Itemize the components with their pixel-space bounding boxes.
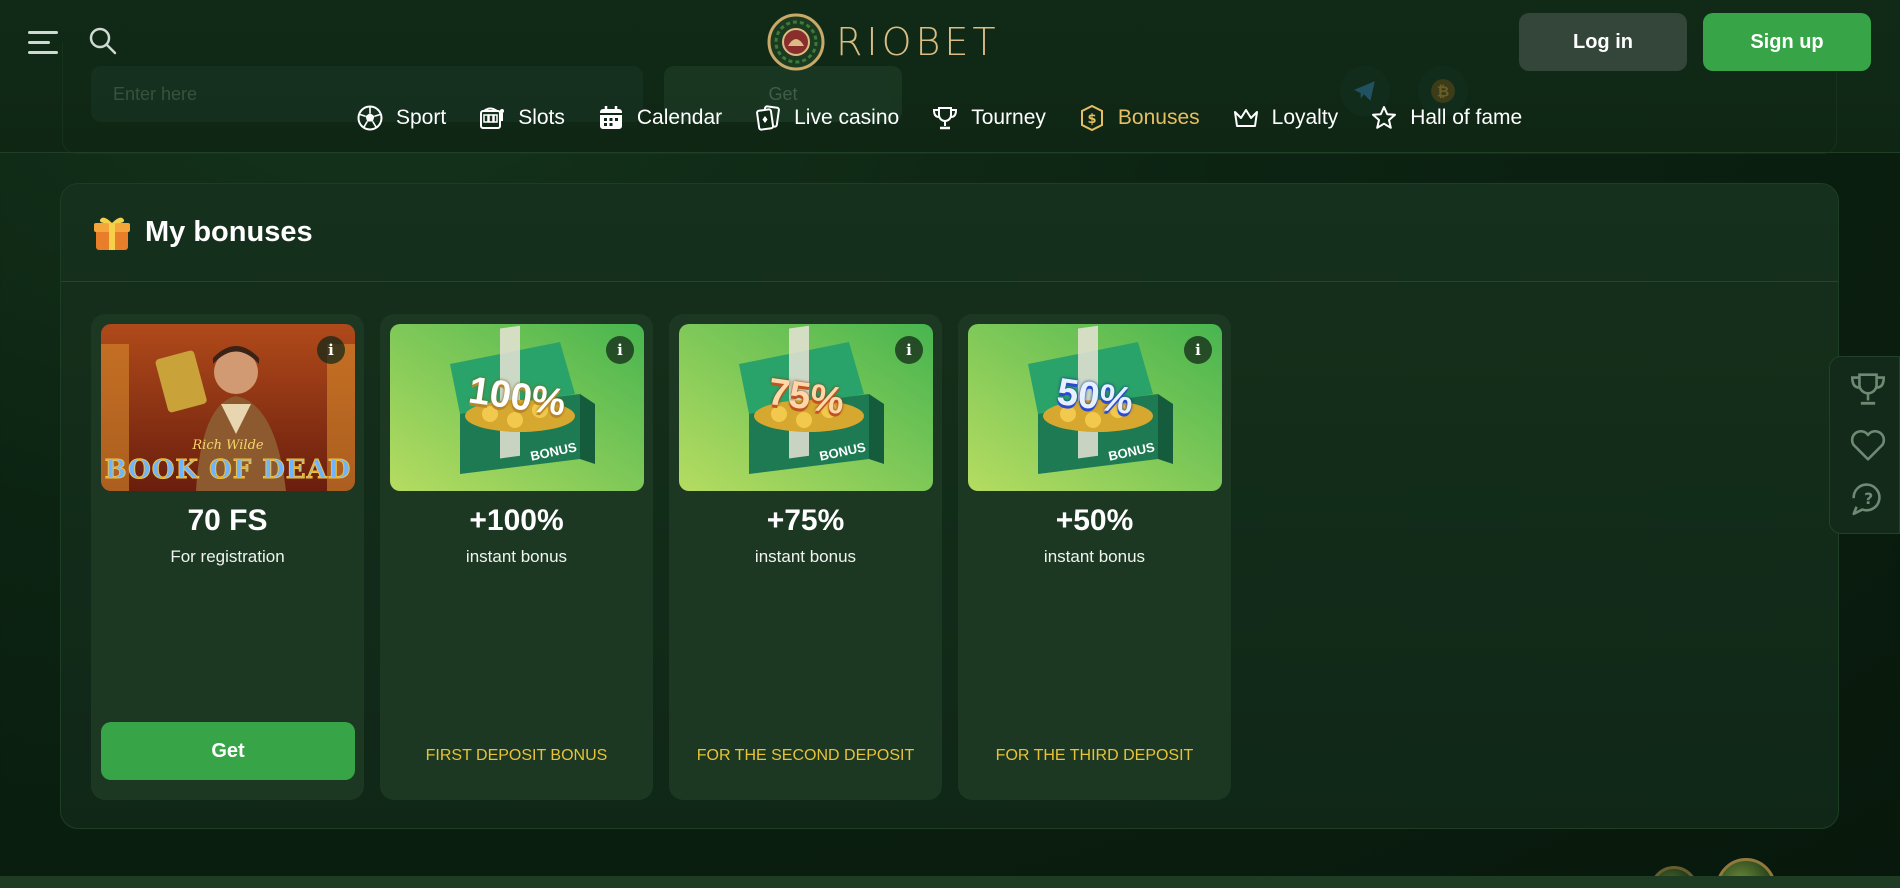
bonus-chest-image: 50% BONUS i (968, 324, 1222, 491)
info-icon[interactable]: i (606, 336, 634, 364)
help-chat-icon[interactable]: ? (1848, 481, 1888, 521)
side-rail: ? (1829, 356, 1900, 534)
nav-item-sport[interactable]: Sport (356, 104, 446, 132)
svg-text:$: $ (1087, 112, 1096, 127)
bonus-amount: 70 FS (187, 504, 268, 537)
main-nav: Sport Slots Calendar Live casino Tourney… (356, 98, 1554, 138)
bonus-chest-image: 100% BONUS i (390, 324, 644, 491)
logo-emblem-icon (767, 13, 825, 71)
nav-item-label: Slots (518, 106, 565, 129)
nav-item-label: Tourney (971, 106, 1046, 129)
bonus-amount: +50% (1055, 504, 1134, 537)
search-icon[interactable] (88, 26, 120, 58)
logo-text: RIOBET (836, 20, 1000, 64)
bonus-condition: FIRST DEPOSIT BONUS (425, 747, 608, 764)
nav-item-tourney[interactable]: Tourney (931, 104, 1046, 132)
info-icon[interactable]: i (317, 336, 345, 364)
bonus-card-registration: BOOK OF DEAD Rich Wilde i 70 FS For regi… (91, 314, 364, 800)
my-bonuses-panel: My bonuses BOOK OF DEAD Rich Wilde i 70 … (60, 183, 1839, 829)
panel-title: My bonuses (145, 216, 313, 248)
trophy-icon[interactable] (1848, 369, 1888, 409)
nav-item-slots[interactable]: Slots (478, 104, 565, 132)
nav-item-label: Live casino (794, 106, 900, 129)
signup-button[interactable]: Sign up (1703, 13, 1871, 71)
crown-icon (1233, 109, 1258, 127)
footer-edge (0, 876, 1900, 888)
info-icon[interactable]: i (1184, 336, 1212, 364)
nav-item-loyalty[interactable]: Loyalty (1232, 104, 1339, 132)
bonus-chest-image: 75% BONUS i (679, 324, 933, 491)
trophy-icon (933, 107, 958, 130)
bonus-card-second-deposit: 75% BONUS i +75% instant bonus FOR THE S… (669, 314, 942, 800)
site-logo[interactable]: RIOBET (766, 12, 1000, 72)
bonus-condition: FOR THE SECOND DEPOSIT (696, 747, 915, 764)
nav-item-bonuses[interactable]: $ Bonuses (1078, 104, 1200, 132)
bonus-subtitle: instant bonus (465, 547, 568, 566)
calendar-icon (599, 106, 622, 129)
bonus-amount: +75% (766, 504, 845, 537)
book-of-dead-subtitle: Rich Wilde (192, 438, 264, 453)
info-icon[interactable]: i (895, 336, 923, 364)
bonus-subtitle: instant bonus (754, 547, 857, 566)
login-button[interactable]: Log in (1519, 13, 1687, 71)
nav-item-calendar[interactable]: Calendar (597, 104, 722, 132)
gift-icon (94, 217, 130, 250)
site-header: Enter here Get ₿ RIOBET Log in Sign up S… (0, 0, 1900, 154)
bonus-subtitle: For registration (170, 547, 285, 566)
nav-item-label: Sport (396, 106, 447, 129)
star-icon (1372, 106, 1397, 129)
nav-item-label: Bonuses (1117, 106, 1200, 129)
nav-item-label: Loyalty (1271, 106, 1339, 129)
nav-item-live-casino[interactable]: Live casino (754, 104, 899, 132)
bonus-card-first-deposit: 100% BONUS i +100% instant bonus FIRST D… (380, 314, 653, 800)
nav-item-hall-of-fame[interactable]: Hall of fame (1370, 104, 1522, 132)
bonus-amount: +100% (469, 504, 564, 537)
menu-icon[interactable] (28, 28, 60, 56)
bonus-condition: FOR THE THIRD DEPOSIT (995, 747, 1194, 764)
bonus-card-list: BOOK OF DEAD Rich Wilde i 70 FS For regi… (91, 314, 1231, 800)
svg-text:?: ? (1864, 489, 1873, 508)
soccer-ball-icon (357, 105, 383, 131)
bonus-subtitle: instant bonus (1043, 547, 1146, 566)
playing-cards-icon (756, 105, 781, 131)
panel-header: My bonuses (61, 184, 1838, 282)
heart-icon[interactable] (1848, 425, 1888, 465)
book-of-dead-title: BOOK OF DEAD (104, 455, 352, 486)
coin-dollar-icon: $ (1080, 104, 1103, 132)
get-bonus-button[interactable]: Get (101, 722, 355, 780)
nav-item-label: Hall of fame (1410, 106, 1523, 129)
bonus-card-third-deposit: 50% BONUS i +50% instant bonus FOR THE T… (958, 314, 1231, 800)
book-of-dead-image: BOOK OF DEAD Rich Wilde i (101, 324, 355, 491)
nav-item-label: Calendar (636, 106, 723, 129)
slot-machine-icon (480, 107, 505, 129)
